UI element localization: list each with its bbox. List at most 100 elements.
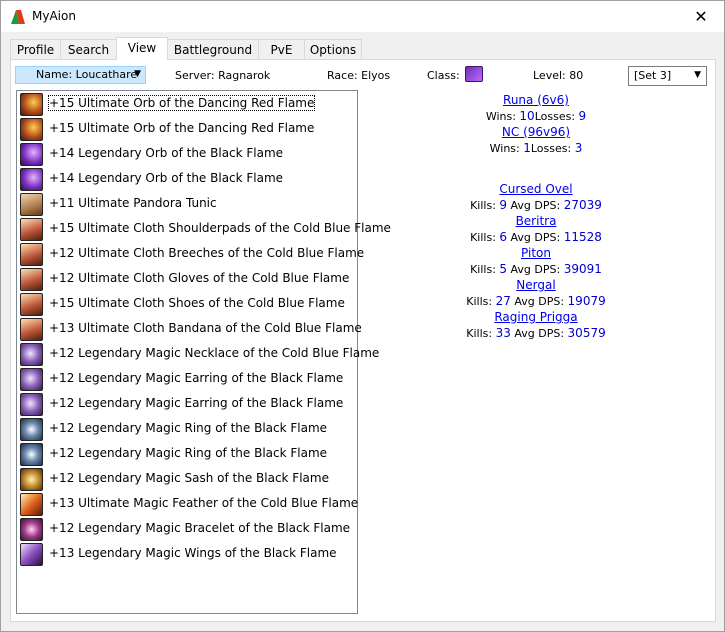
item-label: +15 Ultimate Orb of the Dancing Red Flam… — [49, 121, 315, 135]
cloth-icon — [20, 268, 43, 291]
boss-record: Kills: 33 Avg DPS: 30579 — [360, 326, 712, 340]
dps-value: 19079 — [567, 294, 606, 308]
cloth-icon — [20, 293, 43, 316]
tab-search[interactable]: Search — [60, 39, 117, 59]
class-label: Class: — [427, 69, 460, 82]
item-label: +15 Ultimate Cloth Shoulderpads of the C… — [49, 221, 391, 235]
orb-purple-icon — [20, 143, 43, 166]
list-item[interactable]: +12 Legendary Magic Ring of the Black Fl… — [19, 417, 355, 441]
cloth-icon — [20, 218, 43, 241]
list-item[interactable]: +13 Ultimate Magic Feather of the Cold B… — [19, 492, 359, 516]
list-item[interactable]: +11 Ultimate Pandora Tunic — [19, 192, 355, 216]
title-bar[interactable]: MyAion ✕ — [1, 1, 724, 32]
kills-value: 5 — [499, 262, 508, 276]
close-button[interactable]: ✕ — [678, 1, 724, 32]
boss-record: Kills: 27 Avg DPS: 19079 — [360, 294, 712, 308]
tab-view[interactable]: View — [116, 37, 168, 60]
item-label: +13 Legendary Magic Wings of the Black F… — [49, 546, 337, 560]
boss-record: Kills: 5 Avg DPS: 39091 — [360, 262, 712, 276]
item-label: +12 Legendary Magic Earring of the Black… — [49, 371, 344, 385]
item-label: +12 Legendary Magic Necklace of the Cold… — [49, 346, 380, 360]
losses-value: 9 — [578, 109, 587, 123]
sorcerer-class-icon — [465, 66, 483, 82]
item-label: +14 Legendary Orb of the Black Flame — [49, 171, 284, 185]
boss-link[interactable]: Nergal — [360, 278, 712, 292]
kills-label: Kills: — [470, 263, 496, 276]
feather-icon — [20, 493, 43, 516]
item-label: +12 Legendary Magic Bracelet of the Blac… — [49, 521, 351, 535]
item-label: +11 Ultimate Pandora Tunic — [49, 196, 217, 210]
ring-icon — [20, 418, 43, 441]
list-item[interactable]: +12 Legendary Magic Earring of the Black… — [19, 367, 355, 391]
dps-value: 30579 — [567, 326, 606, 340]
tab-battleground[interactable]: Battleground — [167, 39, 259, 59]
list-item[interactable]: +15 Ultimate Cloth Shoulderpads of the C… — [19, 217, 391, 241]
boss-link[interactable]: Cursed Ovel — [360, 182, 712, 196]
list-item[interactable]: +12 Legendary Magic Ring of the Black Fl… — [19, 442, 355, 466]
boss-record: Kills: 6 Avg DPS: 11528 — [360, 230, 712, 244]
item-label: +12 Legendary Magic Sash of the Black Fl… — [49, 471, 329, 485]
gear-set-value: [Set 3] — [634, 69, 672, 82]
jewel-icon — [20, 368, 43, 391]
list-item[interactable]: +12 Legendary Magic Bracelet of the Blac… — [19, 517, 355, 541]
character-name-dropdown[interactable]: Name: Loucathare ▼ — [15, 66, 146, 84]
character-name-value: Name: Loucathare — [36, 68, 138, 81]
orb-red-icon — [20, 118, 43, 141]
kills-label: Kills: — [466, 295, 493, 308]
list-item[interactable]: +14 Legendary Orb of the Black Flame — [19, 142, 355, 166]
orb-purple-icon — [20, 168, 43, 191]
losses-label: Losses: — [530, 142, 572, 155]
tab-profile[interactable]: Profile — [10, 39, 61, 59]
sash-icon — [20, 468, 43, 491]
wins-value: 1 — [523, 141, 531, 155]
item-label: +12 Ultimate Cloth Gloves of the Cold Bl… — [49, 271, 350, 285]
tab-pve[interactable]: PvE — [258, 39, 305, 59]
kills-label: Kills: — [470, 199, 496, 212]
list-item[interactable]: +12 Ultimate Cloth Gloves of the Cold Bl… — [19, 267, 355, 291]
gear-set-dropdown[interactable]: [Set 3] ▼ — [628, 66, 707, 86]
tunic-icon — [20, 193, 43, 216]
list-item[interactable]: +13 Ultimate Cloth Bandana of the Cold B… — [19, 317, 362, 341]
arena-link[interactable]: Runa (6v6) — [360, 93, 712, 107]
dps-value: 11528 — [563, 230, 602, 244]
chevron-down-icon: ▼ — [134, 69, 141, 79]
item-label: +12 Ultimate Cloth Breeches of the Cold … — [49, 246, 365, 260]
item-label: +12 Legendary Magic Earring of the Black… — [49, 396, 344, 410]
jewel-icon — [20, 343, 43, 366]
boss-link[interactable]: Piton — [360, 246, 712, 260]
boss-link[interactable]: Raging Prigga — [360, 310, 712, 324]
list-item[interactable]: +15 Ultimate Orb of the Dancing Red Flam… — [19, 117, 355, 141]
list-item[interactable]: +12 Ultimate Cloth Breeches of the Cold … — [19, 242, 364, 266]
kills-value: 33 — [495, 326, 511, 340]
kills-value: 27 — [495, 294, 511, 308]
boss-link[interactable]: Beritra — [360, 214, 712, 228]
dps-label: Avg DPS: — [510, 231, 561, 244]
dps-value: 39091 — [563, 262, 602, 276]
list-item[interactable]: +12 Legendary Magic Sash of the Black Fl… — [19, 467, 355, 491]
dps-label: Avg DPS: — [514, 295, 565, 308]
tab-options[interactable]: Options — [304, 39, 362, 59]
losses-label: Losses: — [534, 110, 576, 123]
arena-record: Wins: 10Losses: 9 — [360, 109, 712, 123]
jewel-icon — [20, 393, 43, 416]
chevron-down-icon: ▼ — [694, 70, 701, 80]
kills-value: 6 — [499, 230, 508, 244]
equipment-list[interactable]: +15 Ultimate Orb of the Dancing Red Flam… — [16, 90, 391, 614]
kills-label: Kills: — [470, 231, 496, 244]
list-item[interactable]: +15 Ultimate Cloth Shoes of the Cold Blu… — [19, 292, 355, 316]
wins-value: 10 — [519, 109, 535, 123]
cloth-icon — [20, 243, 43, 266]
ring-icon — [20, 443, 43, 466]
level-label: Level: 80 — [533, 69, 584, 82]
list-item[interactable]: +14 Legendary Orb of the Black Flame — [19, 167, 355, 191]
dps-label: Avg DPS: — [510, 263, 561, 276]
item-label: +13 Ultimate Magic Feather of the Cold B… — [49, 496, 359, 510]
list-item[interactable]: +12 Legendary Magic Necklace of the Cold… — [19, 342, 379, 366]
arena-link[interactable]: NC (96v96) — [360, 125, 712, 139]
list-item[interactable]: +12 Legendary Magic Earring of the Black… — [19, 392, 355, 416]
arena-record: Wins: 1Losses: 3 — [360, 141, 712, 155]
list-item[interactable]: +13 Legendary Magic Wings of the Black F… — [19, 542, 355, 566]
app-logo-icon — [11, 10, 25, 24]
window-title: MyAion — [32, 9, 76, 23]
list-item[interactable]: +15 Ultimate Orb of the Dancing Red Flam… — [19, 92, 355, 116]
